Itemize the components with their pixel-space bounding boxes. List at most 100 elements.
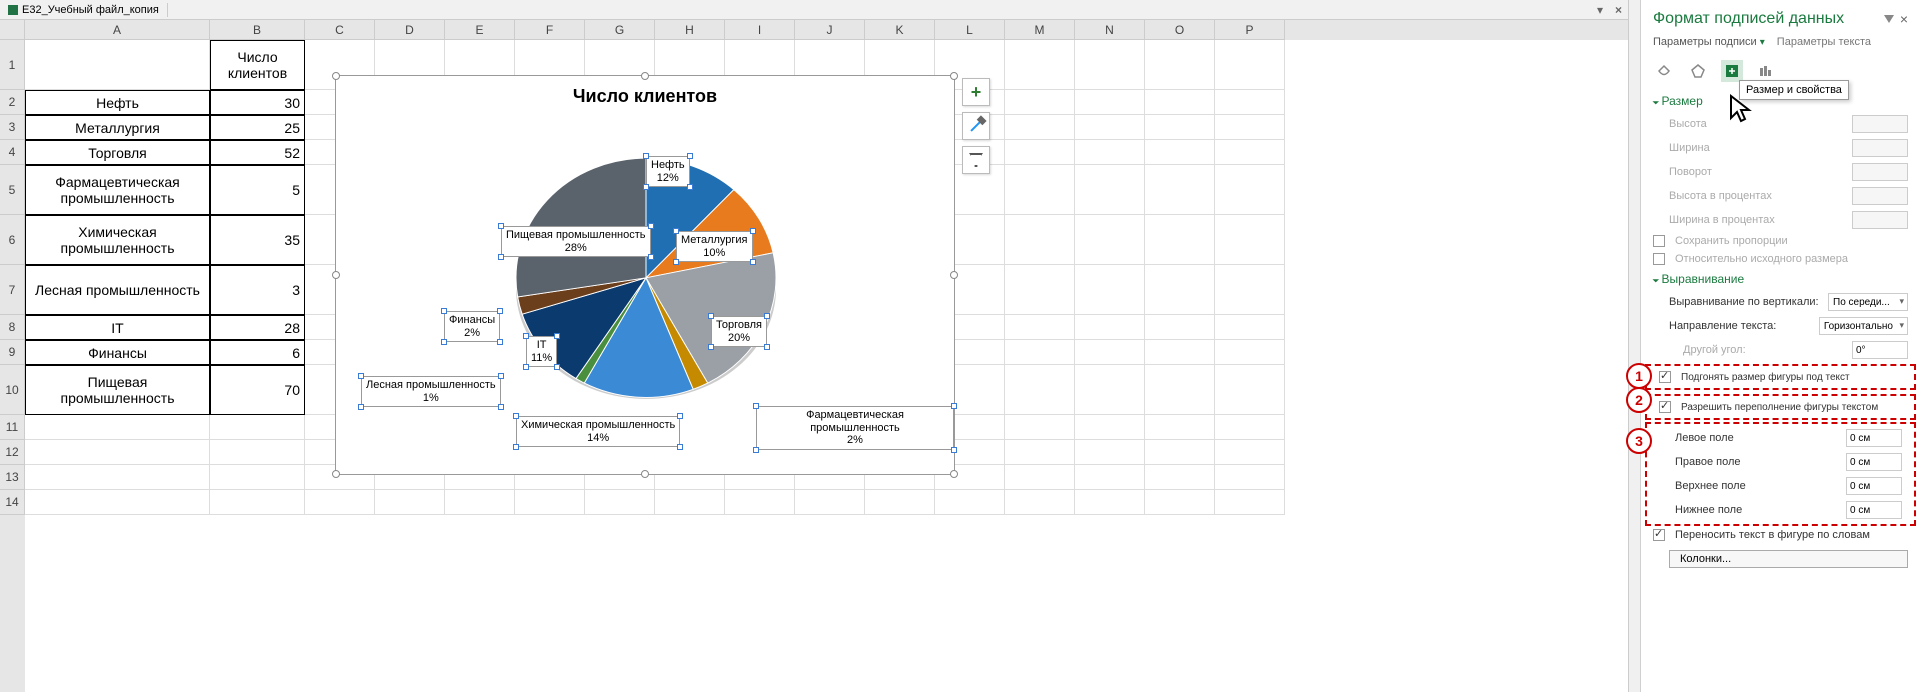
inp-right-margin[interactable]: 0 см: [1846, 453, 1902, 471]
btn-columns[interactable]: Колонки...: [1669, 550, 1908, 568]
effects-icon[interactable]: [1687, 60, 1709, 82]
label-options-icon[interactable]: [1755, 60, 1777, 82]
cell[interactable]: IT: [25, 315, 210, 340]
row-header[interactable]: 10: [0, 365, 25, 415]
data-label[interactable]: Нефть12%: [646, 156, 690, 187]
cb-autofit[interactable]: [1659, 371, 1671, 383]
col-header[interactable]: H: [655, 20, 725, 40]
col-header[interactable]: E: [445, 20, 515, 40]
row-header[interactable]: 3: [0, 115, 25, 140]
cell[interactable]: 28: [210, 315, 305, 340]
callout-3: 3: [1626, 428, 1652, 454]
tab-label-options[interactable]: Параметры подписи ▾: [1653, 36, 1765, 48]
pane-dropdown-icon[interactable]: [1884, 15, 1894, 23]
tab-text-options[interactable]: Параметры текста: [1777, 36, 1871, 48]
cell[interactable]: 3: [210, 265, 305, 315]
chart-styles-button[interactable]: [962, 112, 990, 140]
chart-title[interactable]: Число клиентов: [336, 86, 954, 107]
cursor-icon: [1729, 94, 1757, 126]
cell[interactable]: Химическая промышленность: [25, 215, 210, 265]
chart-object[interactable]: Число клиентов Нефть12% Металлургия10% Тор…: [335, 75, 955, 475]
row-header[interactable]: 13: [0, 465, 25, 490]
cell[interactable]: Торговля: [25, 140, 210, 165]
col-header[interactable]: K: [865, 20, 935, 40]
row-header[interactable]: 6: [0, 215, 25, 265]
row-header[interactable]: 4: [0, 140, 25, 165]
col-header[interactable]: A: [25, 20, 210, 40]
data-label[interactable]: Лесная промышленность1%: [361, 376, 501, 407]
cell[interactable]: 30: [210, 90, 305, 115]
cell[interactable]: 35: [210, 215, 305, 265]
cell[interactable]: 70: [210, 365, 305, 415]
inp-left-margin[interactable]: 0 см: [1846, 429, 1902, 447]
callout-1: 1: [1626, 363, 1652, 389]
col-header[interactable]: L: [935, 20, 1005, 40]
panel-resize-handle[interactable]: [1628, 0, 1640, 692]
inp-other-angle[interactable]: 0°: [1852, 341, 1908, 359]
data-label[interactable]: Металлургия10%: [676, 231, 753, 262]
data-label[interactable]: Химическая промышленность14%: [516, 416, 680, 447]
cell[interactable]: Финансы: [25, 340, 210, 365]
col-header[interactable]: C: [305, 20, 375, 40]
worksheet[interactable]: ABCDEFGHIJKLMNOP 1234567891011121314 Чис…: [0, 20, 1628, 692]
row-header[interactable]: 5: [0, 165, 25, 215]
row-header[interactable]: 1: [0, 40, 25, 90]
cb-rel-original: [1653, 253, 1665, 265]
cell[interactable]: Число клиентов: [210, 40, 305, 90]
fill-icon[interactable]: [1653, 60, 1675, 82]
cell[interactable]: 25: [210, 115, 305, 140]
col-header[interactable]: D: [375, 20, 445, 40]
cell[interactable]: Лесная промышленность: [25, 265, 210, 315]
col-header[interactable]: F: [515, 20, 585, 40]
dd-valign[interactable]: По середи...: [1828, 293, 1908, 311]
section-alignment[interactable]: Выравнивание: [1641, 268, 1920, 290]
row-header[interactable]: 12: [0, 440, 25, 465]
cell[interactable]: 5: [210, 165, 305, 215]
dd-textdir[interactable]: Горизонтально: [1819, 317, 1908, 335]
col-header[interactable]: I: [725, 20, 795, 40]
row-header[interactable]: 9: [0, 340, 25, 365]
inp-rotation: [1852, 163, 1908, 181]
col-header[interactable]: J: [795, 20, 865, 40]
col-header[interactable]: G: [585, 20, 655, 40]
cell[interactable]: Фармацевтическая промышленность: [25, 165, 210, 215]
data-label[interactable]: Пищевая промышленность28%: [501, 226, 651, 257]
col-header[interactable]: O: [1145, 20, 1215, 40]
cb-overflow[interactable]: [1659, 401, 1671, 413]
col-header[interactable]: B: [210, 20, 305, 40]
size-properties-icon[interactable]: [1721, 60, 1743, 82]
chart-elements-button[interactable]: [962, 78, 990, 106]
col-header[interactable]: N: [1075, 20, 1145, 40]
data-label[interactable]: Торговля20%: [711, 316, 767, 347]
data-label[interactable]: Финансы2%: [444, 311, 500, 342]
chart-filters-button[interactable]: [962, 146, 990, 174]
inp-bottom-margin[interactable]: 0 см: [1846, 501, 1902, 519]
pane-close-icon[interactable]: ×: [1900, 11, 1908, 27]
select-all-corner[interactable]: [0, 20, 25, 40]
row-header[interactable]: 14: [0, 490, 25, 515]
cell[interactable]: 6: [210, 340, 305, 365]
cell[interactable]: Металлургия: [25, 115, 210, 140]
row-header[interactable]: 11: [0, 415, 25, 440]
data-label[interactable]: Фармацевтическая промышленность2%: [756, 406, 954, 450]
col-header[interactable]: M: [1005, 20, 1075, 40]
lbl-top-margin: Верхнее поле: [1675, 480, 1840, 492]
lbl-left-margin: Левое поле: [1675, 432, 1840, 444]
row-header[interactable]: 7: [0, 265, 25, 315]
cell[interactable]: Пищевая промышленность: [25, 365, 210, 415]
inp-top-margin[interactable]: 0 см: [1846, 477, 1902, 495]
data-label[interactable]: IT11%: [526, 336, 557, 367]
lbl-keep-ratio: Сохранить пропорции: [1675, 235, 1908, 247]
cb-wrap[interactable]: [1653, 529, 1665, 541]
lbl-right-margin: Правое поле: [1675, 456, 1840, 468]
row-header[interactable]: 8: [0, 315, 25, 340]
lbl-textdir: Направление текста:: [1669, 320, 1813, 332]
workbook-tab[interactable]: E32_Учебный файл_копия: [0, 3, 168, 17]
lbl-overflow: Разрешить переполнение фигуры текстом: [1681, 402, 1902, 413]
cell[interactable]: 52: [210, 140, 305, 165]
lbl-other-angle: Другой угол:: [1669, 344, 1846, 356]
row-header[interactable]: 2: [0, 90, 25, 115]
cell[interactable]: Нефть: [25, 90, 210, 115]
col-header[interactable]: P: [1215, 20, 1285, 40]
column-headers: ABCDEFGHIJKLMNOP: [25, 20, 1628, 40]
